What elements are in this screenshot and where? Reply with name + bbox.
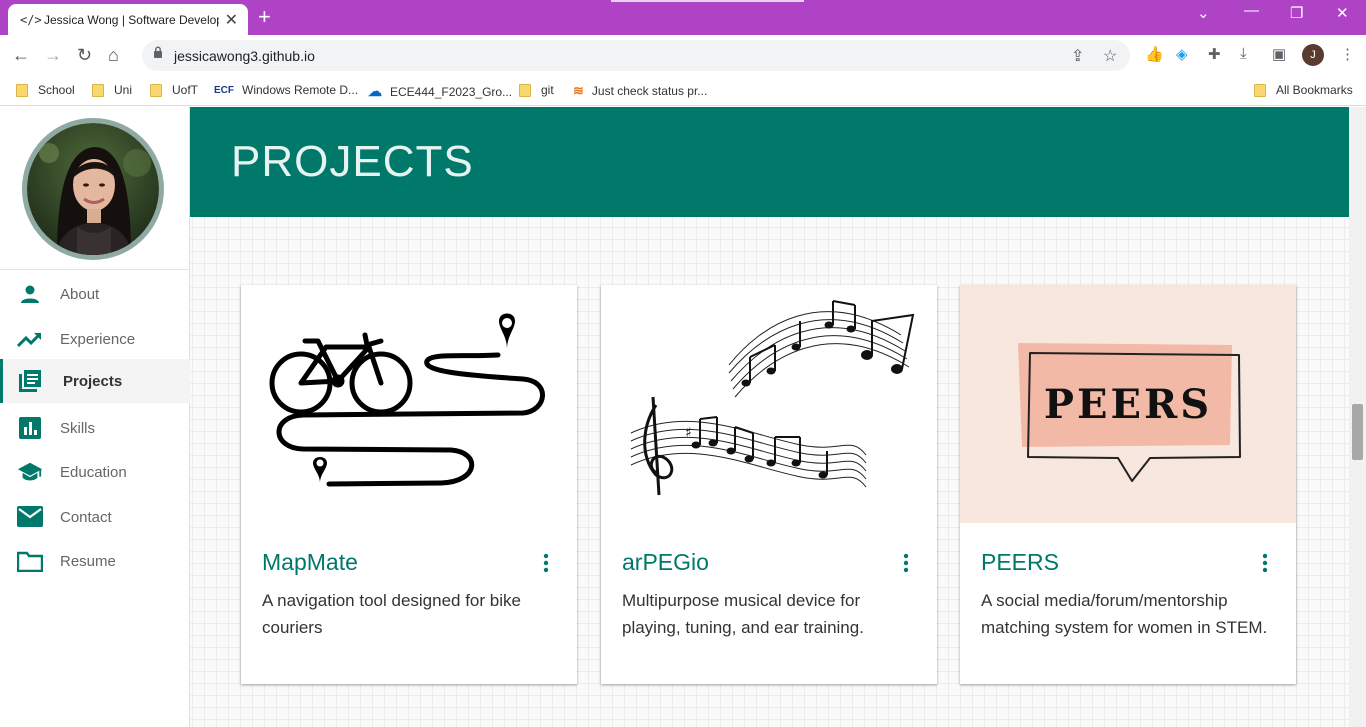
bookmark-uni[interactable]: Uni bbox=[92, 83, 132, 97]
sidebar: About Experience Projects Skills Educati… bbox=[0, 107, 190, 727]
project-description: A social media/forum/mentorship matching… bbox=[981, 591, 1268, 637]
project-description: Multipurpose musical device for playing,… bbox=[622, 591, 864, 637]
ecf-icon: ECF bbox=[214, 84, 234, 96]
project-card-arpegio[interactable]: ♯ arPEGio Multipurpose musical device fo… bbox=[601, 285, 937, 684]
sidebar-item-skills[interactable]: Skills bbox=[0, 406, 190, 450]
bookmark-star-icon[interactable]: ☆ bbox=[1103, 46, 1117, 66]
trending-up-icon bbox=[17, 326, 43, 352]
school-icon bbox=[17, 459, 43, 485]
extension-thumb-icon[interactable]: 👍 bbox=[1145, 45, 1164, 63]
code-favicon-icon: </> bbox=[20, 12, 42, 27]
extensions-puzzle-icon[interactable]: ✚ bbox=[1208, 45, 1221, 63]
new-tab-button[interactable]: + bbox=[258, 6, 271, 28]
scrollbar-thumb[interactable] bbox=[1352, 404, 1363, 460]
bookmark-uoft[interactable]: UofT bbox=[150, 83, 198, 97]
folder-icon bbox=[16, 83, 28, 97]
address-bar[interactable]: jessicawong3.github.io ⇪ ☆ bbox=[142, 40, 1130, 71]
bike-route-illustration bbox=[241, 285, 577, 523]
peers-logo-text: PEERS bbox=[1044, 381, 1212, 428]
project-title[interactable]: MapMate bbox=[262, 549, 358, 576]
sidebar-item-about[interactable]: About bbox=[0, 272, 190, 316]
person-icon bbox=[17, 281, 43, 307]
more-vert-icon[interactable] bbox=[897, 553, 915, 573]
sidebar-item-experience[interactable]: Experience bbox=[0, 317, 190, 361]
extension-diamond-icon[interactable]: ◈ bbox=[1176, 45, 1188, 63]
bookmark-git[interactable]: git bbox=[519, 83, 554, 97]
tab-search-icon[interactable]: ⌄ bbox=[1197, 4, 1210, 22]
bookmark-school[interactable]: School bbox=[16, 83, 75, 97]
project-title[interactable]: arPEGio bbox=[622, 549, 709, 576]
page-title: PROJECTS bbox=[231, 137, 474, 186]
mail-icon bbox=[17, 504, 43, 530]
bar-chart-icon bbox=[17, 415, 43, 441]
download-icon[interactable]: ⤓ bbox=[1240, 45, 1247, 62]
sidebar-item-contact[interactable]: Contact bbox=[0, 495, 190, 539]
sidebar-divider bbox=[0, 269, 190, 270]
forward-icon[interactable]: → bbox=[44, 44, 62, 66]
page-content: About Experience Projects Skills Educati… bbox=[0, 107, 1349, 727]
more-vert-icon[interactable] bbox=[537, 553, 555, 573]
music-staff-illustration: ♯ bbox=[601, 285, 937, 523]
stackoverflow-icon: ≋ bbox=[573, 83, 584, 98]
project-description: A navigation tool designed for bike cour… bbox=[262, 591, 521, 637]
folder-icon bbox=[1254, 83, 1266, 97]
project-card-peers[interactable]: PEERS PEERS A social media/forum/mentors… bbox=[960, 285, 1296, 684]
url-text: jessicawong3.github.io bbox=[174, 48, 315, 64]
bookmark-ece444[interactable]: ☁ ECE444_F2023_Gro... bbox=[368, 83, 512, 100]
sidebar-item-education[interactable]: Education bbox=[0, 450, 190, 494]
folder-icon bbox=[92, 83, 104, 97]
browser-menu-icon[interactable]: ⋮ bbox=[1340, 45, 1355, 63]
lock-icon bbox=[154, 46, 162, 58]
tab-strip: </> Jessica Wong | Software Developer ✕ … bbox=[0, 0, 1366, 35]
reload-icon[interactable]: ↻ bbox=[77, 44, 92, 66]
svg-text:♯: ♯ bbox=[685, 425, 692, 441]
tabstrip-highlight bbox=[611, 0, 804, 2]
projects-banner: PROJECTS bbox=[190, 107, 1349, 217]
browser-toolbar: ← → ↻ ⌂ jessicawong3.github.io ⇪ ☆ 👍 ◈ ✚… bbox=[0, 35, 1366, 76]
sidebar-item-resume[interactable]: Resume bbox=[0, 539, 190, 583]
library-books-icon bbox=[17, 368, 43, 394]
folder-icon bbox=[519, 83, 531, 97]
bookmark-status[interactable]: ≋ Just check status pr... bbox=[573, 83, 707, 99]
minimize-icon[interactable]: — bbox=[1244, 2, 1259, 19]
home-icon[interactable]: ⌂ bbox=[108, 44, 119, 66]
peers-logo: PEERS bbox=[960, 285, 1296, 523]
profile-photo bbox=[22, 118, 164, 260]
tab-title: Jessica Wong | Software Developer bbox=[44, 12, 219, 27]
bookmark-windows-remote[interactable]: ECF Windows Remote D... bbox=[214, 83, 358, 97]
side-panel-icon[interactable]: ▣ bbox=[1272, 45, 1286, 63]
project-title[interactable]: PEERS bbox=[981, 549, 1059, 576]
profile-avatar[interactable]: J bbox=[1302, 44, 1324, 66]
more-vert-icon[interactable] bbox=[1256, 553, 1274, 573]
browser-tab[interactable]: </> Jessica Wong | Software Developer ✕ bbox=[8, 4, 248, 35]
share-icon[interactable]: ⇪ bbox=[1071, 46, 1084, 66]
bookmarks-bar: School Uni UofT ECF Windows Remote D... … bbox=[0, 76, 1366, 106]
back-icon[interactable]: ← bbox=[12, 44, 30, 66]
tab-close-icon[interactable]: ✕ bbox=[225, 10, 238, 30]
project-card-mapmate[interactable]: MapMate A navigation tool designed for b… bbox=[241, 285, 577, 684]
all-bookmarks[interactable]: All Bookmarks bbox=[1254, 83, 1353, 97]
onedrive-icon: ☁ bbox=[368, 83, 382, 99]
window-close-icon[interactable]: ✕ bbox=[1336, 4, 1349, 22]
folder-icon bbox=[17, 548, 43, 574]
folder-icon bbox=[150, 83, 162, 97]
sidebar-item-projects[interactable]: Projects bbox=[0, 359, 190, 403]
restore-icon[interactable]: ❐ bbox=[1290, 4, 1303, 22]
